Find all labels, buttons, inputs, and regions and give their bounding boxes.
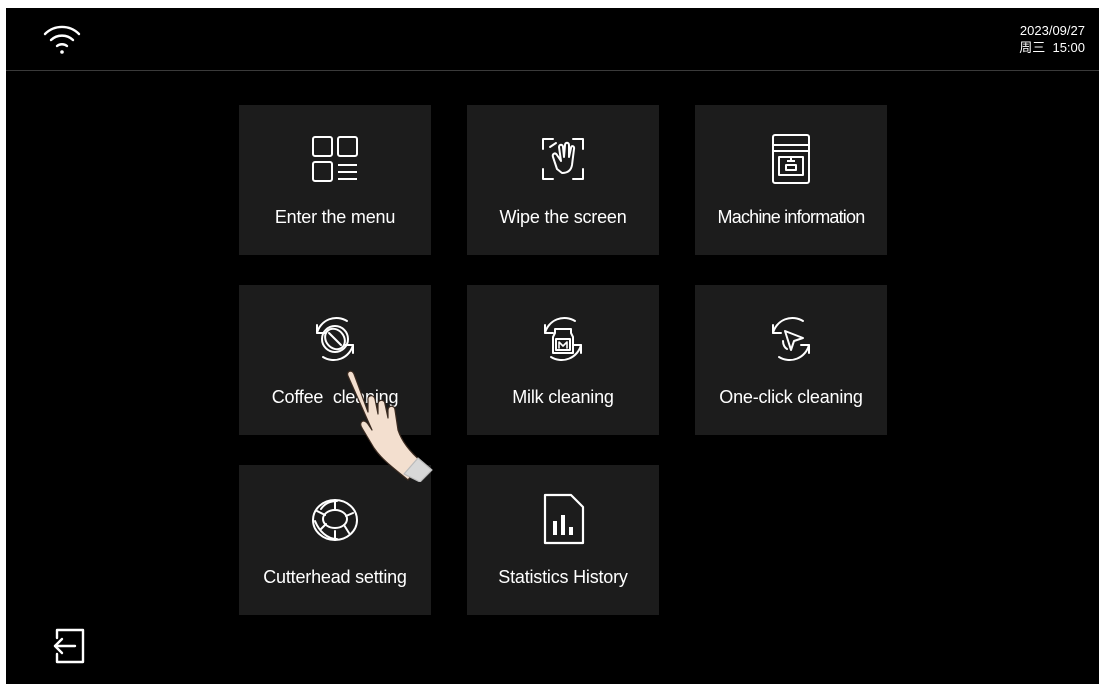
exit-icon[interactable] [51, 626, 89, 666]
function-grid: Enter the menu Wipe the screen Machine i… [239, 105, 887, 615]
milk-cleaning-button[interactable]: Milk cleaning [467, 285, 659, 435]
cursor-refresh-icon [763, 311, 819, 367]
menu-grid-icon [307, 131, 363, 187]
wifi-icon[interactable] [42, 22, 82, 58]
enter-menu-label: Enter the menu [274, 207, 396, 227]
status-bar: 2023/09/27 周三 15:00 [6, 8, 1099, 71]
wipe-hand-icon [535, 131, 591, 187]
machine-information-label: Machine information [717, 207, 866, 227]
screen: 2023/09/27 周三 15:00 Enter the menu Wipe … [6, 8, 1099, 684]
statistics-history-button[interactable]: Statistics History [467, 465, 659, 615]
cutterhead-setting-label: Cutterhead setting [263, 567, 407, 587]
coffee-bean-refresh-icon [307, 311, 363, 367]
weekday-time-text: 周三 15:00 [1019, 40, 1085, 55]
milk-refresh-icon [535, 311, 591, 367]
enter-menu-button[interactable]: Enter the menu [239, 105, 431, 255]
cutterhead-setting-button[interactable]: Cutterhead setting [239, 465, 431, 615]
statistics-history-label: Statistics History [498, 567, 628, 587]
wipe-screen-label: Wipe the screen [499, 207, 627, 227]
date-text: 2023/09/27 [1019, 23, 1085, 38]
milk-cleaning-label: Milk cleaning [512, 387, 614, 407]
one-click-cleaning-label: One-click cleaning [719, 387, 863, 407]
grinder-burr-icon [307, 491, 363, 547]
one-click-cleaning-button[interactable]: One-click cleaning [695, 285, 887, 435]
statistics-document-icon [535, 491, 591, 547]
coffee-cleaning-button[interactable]: Coffee cleaning [239, 285, 431, 435]
datetime: 2023/09/27 周三 15:00 [1019, 22, 1085, 56]
coffee-machine-icon [763, 131, 819, 187]
coffee-cleaning-label: Coffee cleaning [271, 387, 399, 407]
machine-information-button[interactable]: Machine information [695, 105, 887, 255]
wipe-screen-button[interactable]: Wipe the screen [467, 105, 659, 255]
